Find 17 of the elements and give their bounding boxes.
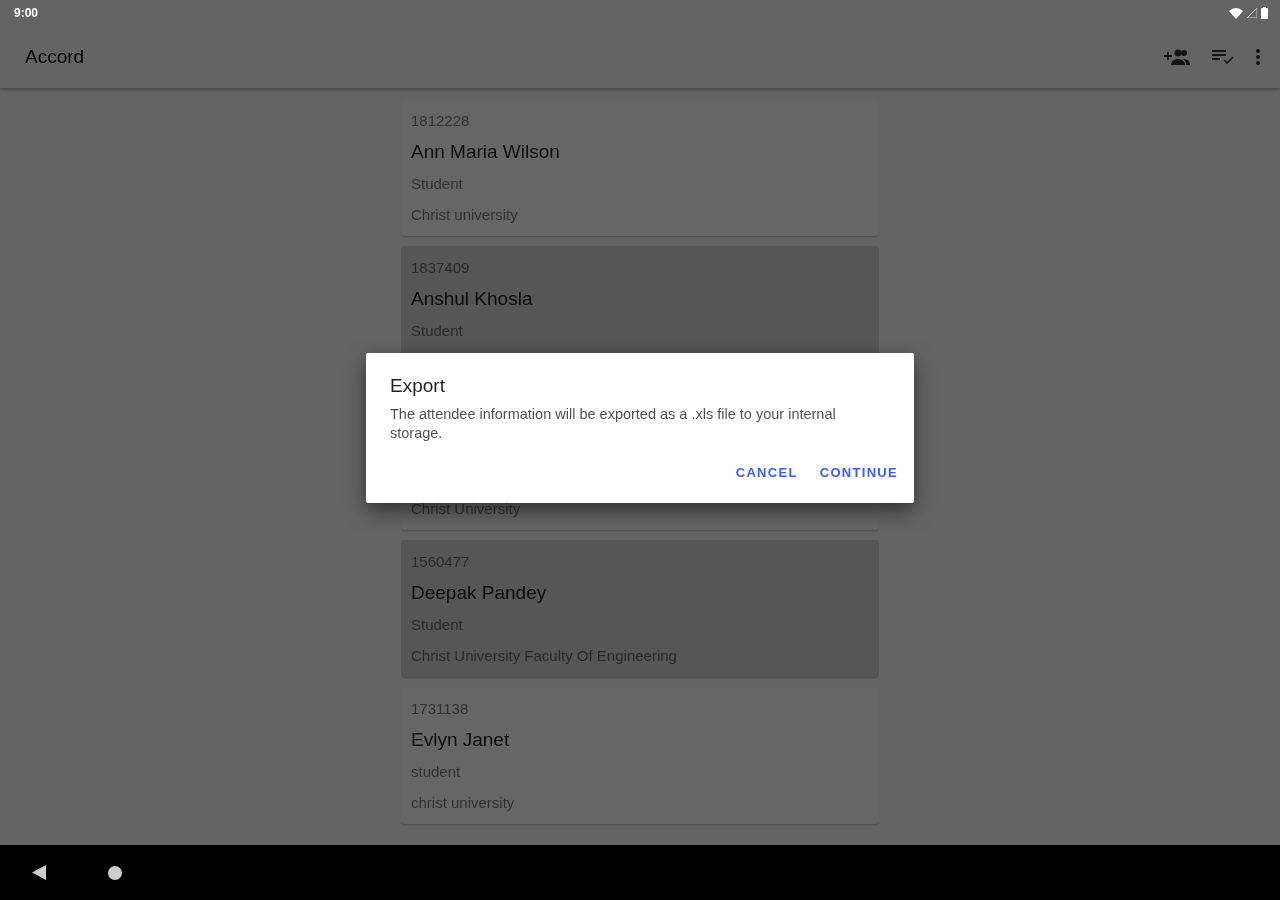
- attendee-name: Deepak Pandey: [411, 581, 547, 604]
- status-time: 9:00: [14, 6, 39, 20]
- add-person-icon[interactable]: [1164, 49, 1190, 65]
- dialog-message: The attendee information will be exported as a .xls file to your internal storage.: [390, 405, 837, 443]
- home-icon[interactable]: [108, 865, 122, 880]
- app-title: Accord: [25, 46, 85, 68]
- cancel-button[interactable]: CANCEL: [727, 457, 806, 488]
- more-icon[interactable]: [1256, 49, 1260, 65]
- checklist-icon[interactable]: [1212, 50, 1234, 64]
- attendee-name: Evlyn Janet: [411, 728, 510, 751]
- wifi-icon: [1229, 7, 1243, 19]
- signal-icon: [1247, 8, 1257, 18]
- attendee-name: Ann Maria Wilson: [411, 140, 560, 163]
- attendee-name: Anshul Khosla: [411, 287, 533, 310]
- battery-icon: [1261, 7, 1268, 19]
- back-icon[interactable]: [32, 865, 46, 880]
- continue-button[interactable]: CONTINUE: [811, 457, 906, 488]
